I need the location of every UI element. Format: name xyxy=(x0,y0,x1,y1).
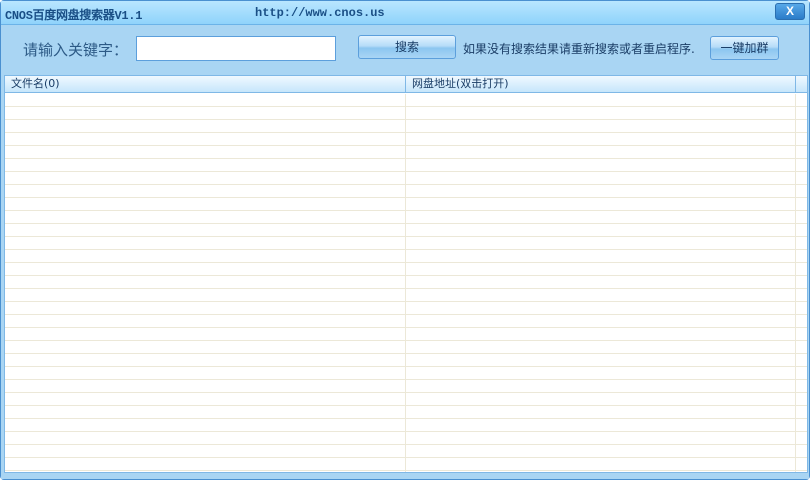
column-divider xyxy=(405,94,406,472)
website-url[interactable]: http://www.cnos.us xyxy=(255,6,385,20)
join-group-button[interactable]: 一键加群 xyxy=(710,36,779,60)
app-window: CNOS百度网盘搜索器V1.1 http://www.cnos.us X 请输入… xyxy=(0,0,810,480)
keyword-input[interactable] xyxy=(136,36,336,61)
close-button[interactable]: X xyxy=(775,3,805,20)
title-bar: CNOS百度网盘搜索器V1.1 http://www.cnos.us X xyxy=(1,1,809,25)
column-header-filename[interactable]: 文件名(0) xyxy=(5,76,406,93)
column-divider xyxy=(795,94,796,472)
table-body[interactable] xyxy=(5,94,807,472)
status-bar xyxy=(1,473,809,479)
keyword-label: 请输入关键字： xyxy=(23,41,129,59)
hint-text: 如果没有搜索结果请重新搜索或者重启程序. xyxy=(463,42,695,56)
column-header-url[interactable]: 网盘地址(双击打开) xyxy=(406,76,796,93)
window-title: CNOS百度网盘搜索器V1.1 xyxy=(5,9,143,23)
results-table[interactable]: 文件名(0) 网盘地址(双击打开) xyxy=(4,75,808,473)
search-button[interactable]: 搜索 xyxy=(358,35,456,59)
table-header: 文件名(0) 网盘地址(双击打开) xyxy=(5,76,807,93)
